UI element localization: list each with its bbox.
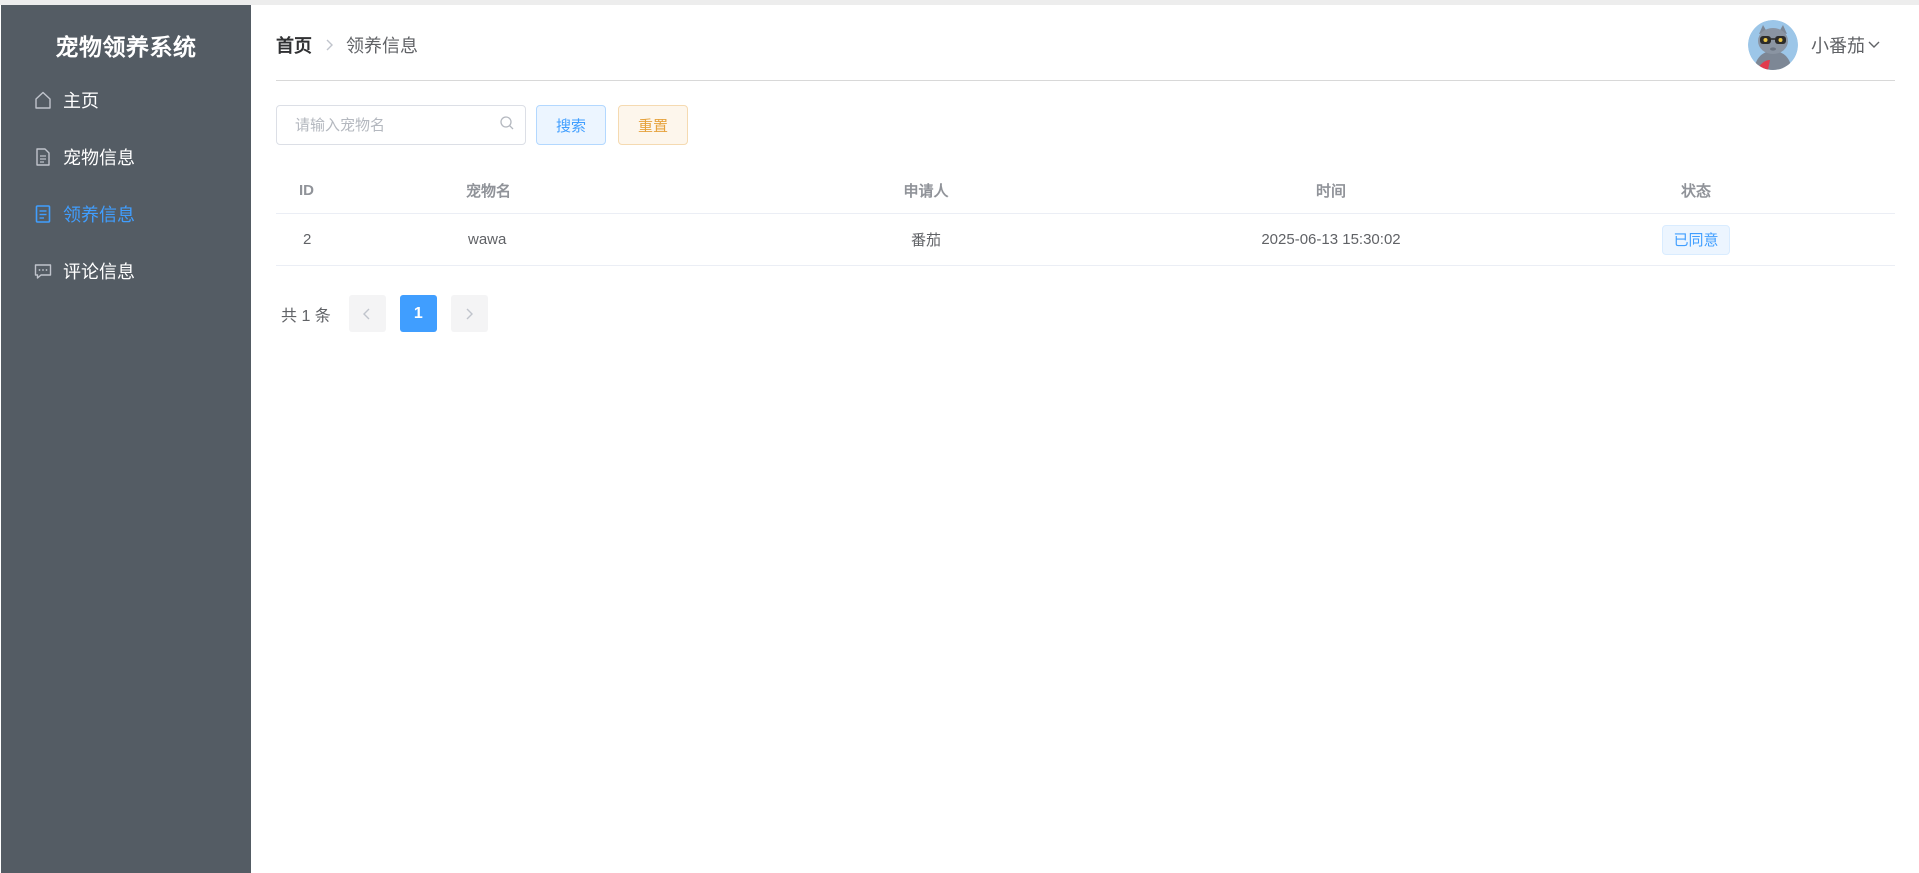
sidebar-item-label: 宠物信息: [63, 148, 135, 168]
sidebar-item-label: 主页: [63, 91, 99, 111]
column-header-pet-name: 宠物名: [466, 183, 512, 200]
cell-id: 2: [303, 231, 312, 248]
cell-status: 已同意: [1596, 214, 1796, 265]
username[interactable]: 小番茄: [1811, 32, 1865, 58]
search-input[interactable]: [295, 116, 485, 134]
home-icon: [32, 89, 54, 111]
chevron-down-icon[interactable]: [1867, 40, 1881, 50]
prev-page-button[interactable]: [348, 295, 386, 332]
reset-button[interactable]: 重置: [618, 105, 688, 145]
search-button[interactable]: 搜索: [536, 105, 606, 145]
status-badge: 已同意: [1662, 224, 1730, 255]
column-header-time: 时间: [1315, 183, 1346, 200]
main-content: 首页 领养信息 小番茄 请输入宠物名 搜索 重置 ID 宠物名 申请人 时间 状…: [251, 5, 1919, 873]
search-icon[interactable]: [499, 115, 515, 136]
user-menu-trigger[interactable]: 小番茄: [1748, 20, 1881, 70]
sidebar-item-label: 评论信息: [63, 262, 135, 282]
sidebar-item-label: 领养信息: [63, 205, 135, 225]
pagination-total: 共 1 条: [281, 307, 331, 325]
breadcrumb: 首页 领养信息: [276, 32, 418, 58]
breadcrumb-home-link[interactable]: 首页: [276, 32, 312, 58]
page-header: 首页 领养信息 小番茄: [276, 5, 1895, 81]
app-logo-title: 宠物领养系统: [55, 34, 197, 60]
search-box[interactable]: [276, 105, 526, 145]
column-header-id: ID: [299, 182, 314, 199]
breadcrumb-current: 领养信息: [346, 36, 418, 56]
adoption-table: ID 宠物名 申请人 时间 状态 2 wawa 番茄 2025-06-13 15…: [276, 168, 1895, 266]
chevron-right-icon: [324, 38, 334, 52]
avatar[interactable]: [1748, 20, 1798, 70]
page-number-button[interactable]: 1: [399, 295, 437, 332]
search-toolbar: 搜索 重置: [276, 105, 688, 145]
next-page-button[interactable]: [450, 295, 488, 332]
cell-time: 2025-06-13 15:30:02: [1261, 231, 1401, 248]
document-icon: [32, 146, 54, 168]
cell-applicant: 番茄: [910, 232, 941, 249]
list-document-icon: [32, 203, 54, 225]
table-row[interactable]: 2 wawa 番茄 2025-06-13 15:30:02 已同意: [276, 214, 1895, 266]
table-header-row: ID 宠物名 申请人 时间 状态: [276, 168, 1895, 214]
sidebar-item-comment-info[interactable]: 评论信息: [1, 236, 251, 306]
pagination: 共 1 条 1: [281, 295, 488, 332]
column-header-status: 状态: [1680, 183, 1711, 200]
app-root: 宠物领养系统 主页 宠物信息 领养信息 评论信息 首页 领养信息 小番茄 请输入…: [0, 0, 1919, 873]
chat-icon: [32, 260, 54, 282]
column-header-applicant: 申请人: [903, 183, 949, 200]
sidebar: 宠物领养系统 主页 宠物信息 领养信息 评论信息: [1, 5, 251, 873]
cell-pet-name: wawa: [468, 231, 507, 248]
